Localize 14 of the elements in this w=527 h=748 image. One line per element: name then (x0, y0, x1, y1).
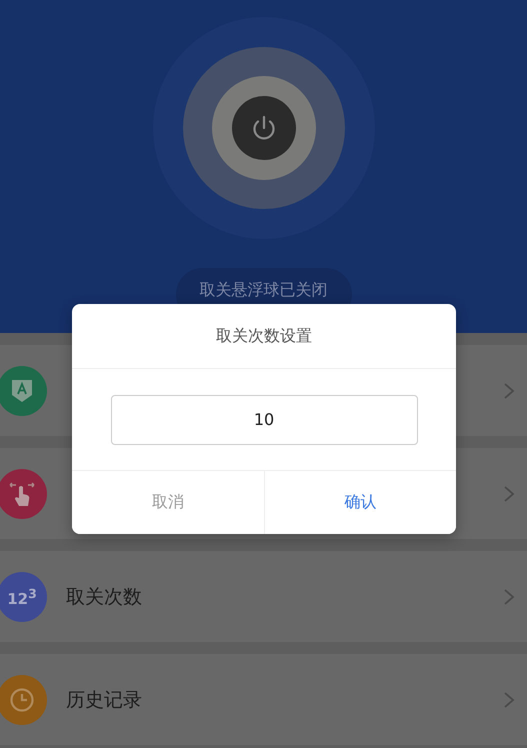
confirm-button[interactable]: 确认 (264, 471, 456, 534)
chevron-icon (503, 588, 515, 606)
dialog-title: 取关次数设置 (72, 304, 456, 369)
input-field[interactable]: 10 (110, 394, 418, 444)
menu-label: 取关次数 (66, 584, 142, 610)
menu-item[interactable]: 历史记录 (0, 654, 527, 745)
chevron-icon (503, 484, 515, 502)
cancel-button[interactable]: 取消 (72, 471, 264, 534)
clock-icon (8, 686, 36, 714)
menu-item[interactable]: 12$^{3}$ 取关次数 (0, 551, 527, 642)
chevron-icon (503, 690, 515, 708)
menu-label: 历史记录 (66, 688, 142, 712)
number-icon: 12$^{3}$ (7, 586, 37, 608)
chevron-icon (503, 382, 515, 400)
